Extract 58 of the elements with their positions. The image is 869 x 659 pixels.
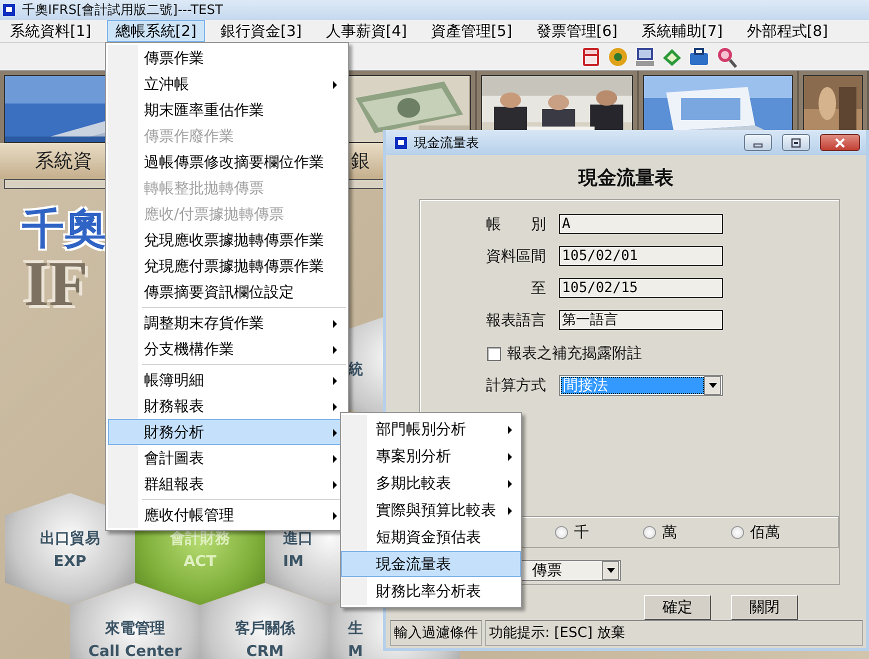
window-title: 千奧IFRS[會計試用版二號]---TEST bbox=[22, 2, 223, 19]
input-field[interactable]: A bbox=[559, 214, 723, 234]
field-label: 資料區間 bbox=[485, 246, 546, 266]
menu-item[interactable]: 過帳傳票修改摘要欄位作業 bbox=[108, 149, 346, 175]
close-button[interactable] bbox=[820, 134, 860, 151]
menu-item[interactable]: 傳票摘要資訊欄位設定 bbox=[108, 279, 346, 305]
app-icon bbox=[394, 136, 408, 150]
menu-item[interactable]: 專案別分析 bbox=[341, 443, 521, 469]
maximize-icon bbox=[790, 138, 802, 148]
radio-option[interactable]: 佰萬 bbox=[731, 522, 819, 542]
module-label[interactable]: 系統資 bbox=[35, 148, 92, 174]
menu-item[interactable]: 分支機構作業 bbox=[108, 336, 346, 362]
menu-bar-item[interactable]: 人事薪資[4] bbox=[318, 20, 415, 42]
menu-item[interactable]: 財務比率分析表 bbox=[341, 578, 521, 604]
checkbox[interactable] bbox=[487, 346, 501, 360]
menu-bar-item[interactable]: 系統資料[1] bbox=[2, 20, 100, 42]
dropdown-arrow-icon bbox=[708, 382, 716, 388]
menu-item[interactable]: 現金流量表 bbox=[341, 551, 521, 577]
maximize-button[interactable] bbox=[782, 134, 810, 151]
field-label: 報表語言 bbox=[485, 310, 546, 330]
toolbox-icon[interactable] bbox=[688, 46, 710, 68]
menu-item[interactable]: 兌現應收票據拋轉傳票作業 bbox=[108, 227, 346, 253]
field-label: 計算方式 bbox=[485, 376, 546, 394]
menu-item[interactable]: 多期比較表 bbox=[341, 470, 521, 496]
field-label: 帳 別 bbox=[485, 214, 546, 234]
input-field[interactable]: 105/02/01 bbox=[559, 246, 723, 266]
menu-item[interactable]: 帳簿明細 bbox=[108, 367, 346, 393]
input-field[interactable]: 第一語言 bbox=[559, 310, 723, 330]
menu-bar-item[interactable]: 系統輔助[7] bbox=[634, 20, 731, 42]
status-text: 功能提示: [ESC] 放棄 bbox=[485, 620, 863, 646]
menu-item[interactable]: 立沖帳 bbox=[108, 71, 346, 97]
menu-item[interactable]: 兌現應付票據拋轉傳票作業 bbox=[108, 253, 346, 279]
dialog-button[interactable]: 關閉 bbox=[731, 595, 798, 620]
status-text: 輸入過濾條件 bbox=[390, 620, 482, 646]
menu-bar-item[interactable]: 外部程式[8] bbox=[738, 20, 836, 42]
menu-item[interactable]: 期末匯率重估作業 bbox=[108, 97, 346, 123]
radio-option[interactable]: 萬 bbox=[643, 522, 731, 542]
module-label[interactable]: 銀 bbox=[351, 148, 370, 174]
dropdown-arrow-icon bbox=[606, 568, 614, 573]
dialog-title: 現金流量表 bbox=[414, 134, 480, 152]
dialog-heading: 現金流量表 bbox=[578, 166, 674, 191]
menu-item[interactable]: 調整期末存貨作業 bbox=[108, 310, 346, 336]
menu-bar-item[interactable]: 總帳系統[2] bbox=[107, 20, 204, 42]
radio-option[interactable]: 千 bbox=[555, 522, 643, 542]
menu-item[interactable]: 實際與預算比較表 bbox=[341, 497, 521, 523]
app-icon bbox=[2, 3, 16, 17]
input-field[interactable]: 105/02/15 bbox=[559, 278, 723, 298]
menu-item[interactable]: 短期資金預估表 bbox=[341, 524, 521, 550]
close-icon bbox=[834, 138, 846, 148]
menu-bar-item[interactable]: 資產管理[5] bbox=[423, 20, 520, 42]
field-label: 至 bbox=[530, 278, 546, 298]
menu-bar-item[interactable]: 發票管理[6] bbox=[528, 20, 626, 42]
dialog-button[interactable]: 確定 bbox=[644, 595, 711, 620]
computer-icon[interactable] bbox=[634, 46, 656, 68]
menu-bar-item[interactable]: 銀行資金[3] bbox=[212, 20, 310, 42]
search-icon[interactable] bbox=[715, 46, 737, 68]
minimize-button[interactable] bbox=[744, 134, 772, 151]
checkbox-label: 報表之補充揭露附註 bbox=[507, 344, 642, 363]
